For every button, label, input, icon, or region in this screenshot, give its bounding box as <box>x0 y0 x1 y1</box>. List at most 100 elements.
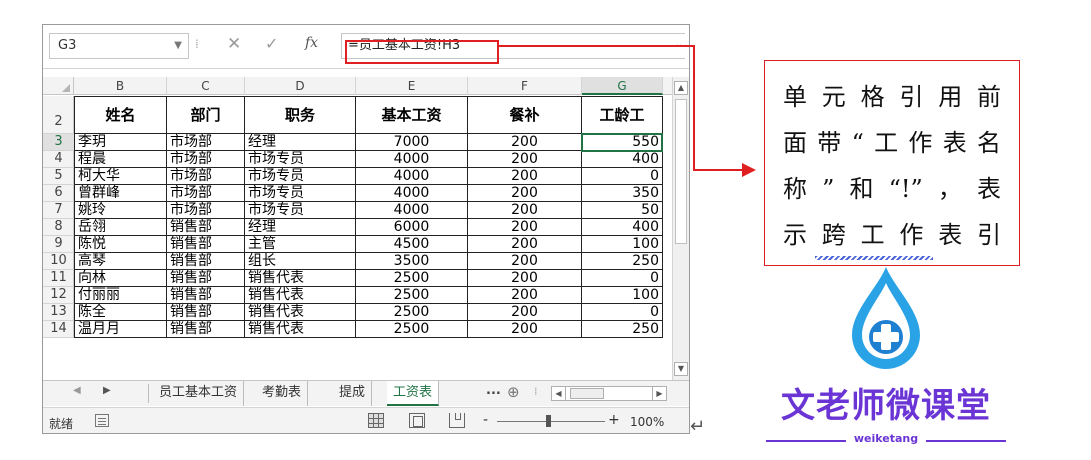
scroll-thumb[interactable] <box>675 99 687 244</box>
table-cell[interactable]: 陈悦 <box>74 236 167 253</box>
table-cell[interactable]: 2500 <box>356 287 468 304</box>
scroll-up-icon[interactable]: ▲ <box>674 81 688 95</box>
table-cell[interactable]: 销售部 <box>167 321 245 338</box>
table-cell[interactable]: 200 <box>468 134 582 151</box>
scroll-right-icon[interactable]: ▶ <box>652 387 666 400</box>
name-box[interactable]: G3 ▼ <box>49 33 189 59</box>
table-cell[interactable]: 柯大华 <box>74 168 167 185</box>
table-cell[interactable]: 经理 <box>245 219 356 236</box>
table-cell[interactable]: 组长 <box>245 253 356 270</box>
row-header-2[interactable]: 2 <box>43 96 74 134</box>
column-header-c[interactable]: C <box>167 77 245 95</box>
table-cell[interactable]: 市场专员 <box>245 185 356 202</box>
table-cell[interactable]: 销售代表 <box>245 287 356 304</box>
table-cell[interactable]: 3500 <box>356 253 468 270</box>
header-cell[interactable]: 餐补 <box>468 96 582 134</box>
table-cell[interactable]: 市场专员 <box>245 168 356 185</box>
sheet-tab[interactable]: 员工基本工资 <box>153 381 245 406</box>
table-cell[interactable]: 销售部 <box>167 304 245 321</box>
vertical-scrollbar[interactable]: ▲ ▼ <box>672 77 689 380</box>
table-cell[interactable]: 高琴 <box>74 253 167 270</box>
table-cell[interactable]: 6000 <box>356 219 468 236</box>
table-cell[interactable]: 0 <box>582 270 663 287</box>
row-header-5[interactable]: 5 <box>43 168 74 185</box>
table-cell[interactable]: 销售部 <box>167 236 245 253</box>
horizontal-scrollbar[interactable]: ◀ ▶ <box>551 386 667 401</box>
table-cell[interactable]: 经理 <box>245 134 356 151</box>
row-header-10[interactable]: 10 <box>43 253 74 270</box>
more-sheets-button[interactable]: ... <box>486 383 501 398</box>
table-cell[interactable]: 250 <box>582 321 663 338</box>
zoom-slider-thumb[interactable] <box>546 415 551 427</box>
header-cell[interactable]: 基本工资 <box>356 96 468 134</box>
table-cell[interactable]: 市场专员 <box>245 202 356 219</box>
table-cell[interactable]: 市场部 <box>167 185 245 202</box>
table-cell[interactable]: 7000 <box>356 134 468 151</box>
header-cell[interactable]: 工龄工 <box>582 96 663 134</box>
table-cell[interactable]: 2500 <box>356 321 468 338</box>
table-cell[interactable]: 付丽丽 <box>74 287 167 304</box>
table-cell[interactable]: 陈全 <box>74 304 167 321</box>
row-header-7[interactable]: 7 <box>43 202 74 219</box>
table-cell[interactable]: 市场专员 <box>245 151 356 168</box>
table-cell[interactable]: 50 <box>582 202 663 219</box>
enter-check-icon[interactable]: ✓ <box>265 34 278 53</box>
table-cell[interactable]: 曾群峰 <box>74 185 167 202</box>
scroll-down-icon[interactable]: ▼ <box>674 362 688 376</box>
table-cell[interactable]: 市场部 <box>167 134 245 151</box>
table-cell[interactable]: 200 <box>468 168 582 185</box>
row-header-4[interactable]: 4 <box>43 151 74 168</box>
table-cell[interactable]: 销售代表 <box>245 321 356 338</box>
table-cell[interactable]: 4000 <box>356 185 468 202</box>
table-cell[interactable]: 岳翎 <box>74 219 167 236</box>
table-cell[interactable]: 200 <box>468 219 582 236</box>
table-cell[interactable]: 200 <box>468 304 582 321</box>
tab-prev-icon[interactable]: ◀ <box>73 385 81 396</box>
table-cell[interactable]: 0 <box>582 168 663 185</box>
table-cell[interactable]: 400 <box>582 219 663 236</box>
row-header-11[interactable]: 11 <box>43 270 74 287</box>
table-cell[interactable]: 向林 <box>74 270 167 287</box>
hscroll-thumb[interactable] <box>570 388 604 399</box>
table-cell[interactable]: 程晨 <box>74 151 167 168</box>
column-header-b[interactable]: B <box>74 77 167 95</box>
row-header-12[interactable]: 12 <box>43 287 74 304</box>
header-cell[interactable]: 姓名 <box>74 96 167 134</box>
table-cell[interactable]: 4000 <box>356 151 468 168</box>
table-cell[interactable]: 姚玲 <box>74 202 167 219</box>
zoom-level[interactable]: 100% <box>630 415 664 429</box>
table-cell[interactable]: 100 <box>582 236 663 253</box>
header-cell[interactable]: 部门 <box>167 96 245 134</box>
table-cell[interactable]: 销售部 <box>167 287 245 304</box>
table-cell[interactable]: 4000 <box>356 202 468 219</box>
tab-next-icon[interactable]: ▶ <box>103 385 111 396</box>
table-cell[interactable]: 市场部 <box>167 168 245 185</box>
table-cell[interactable]: 550 <box>582 134 663 151</box>
table-cell[interactable]: 2500 <box>356 304 468 321</box>
select-all-corner[interactable] <box>43 77 74 95</box>
normal-view-icon[interactable] <box>368 413 384 428</box>
table-cell[interactable]: 200 <box>468 202 582 219</box>
sheet-tab[interactable]: 提成 <box>333 381 373 406</box>
table-cell[interactable]: 200 <box>468 287 582 304</box>
row-header-9[interactable]: 9 <box>43 236 74 253</box>
table-cell[interactable]: 2500 <box>356 270 468 287</box>
formula-expand-icon[interactable]: ⌄ <box>675 39 683 50</box>
row-header-13[interactable]: 13 <box>43 304 74 321</box>
table-cell[interactable]: 200 <box>468 321 582 338</box>
table-cell[interactable]: 李玥 <box>74 134 167 151</box>
cancel-icon[interactable]: ✕ <box>227 34 241 54</box>
table-cell[interactable]: 4500 <box>356 236 468 253</box>
table-cell[interactable]: 200 <box>468 151 582 168</box>
table-cell[interactable]: 250 <box>582 253 663 270</box>
column-header-d[interactable]: D <box>245 77 356 95</box>
zoom-slider-track[interactable] <box>497 421 605 422</box>
row-header-14[interactable]: 14 <box>43 321 74 338</box>
table-cell[interactable]: 200 <box>468 185 582 202</box>
table-cell[interactable]: 200 <box>468 253 582 270</box>
insert-function-button[interactable]: fx <box>305 35 318 51</box>
table-cell[interactable]: 0 <box>582 304 663 321</box>
column-header-e[interactable]: E <box>356 77 468 95</box>
page-break-view-icon[interactable] <box>449 413 465 428</box>
column-header-g[interactable]: G <box>582 77 663 95</box>
